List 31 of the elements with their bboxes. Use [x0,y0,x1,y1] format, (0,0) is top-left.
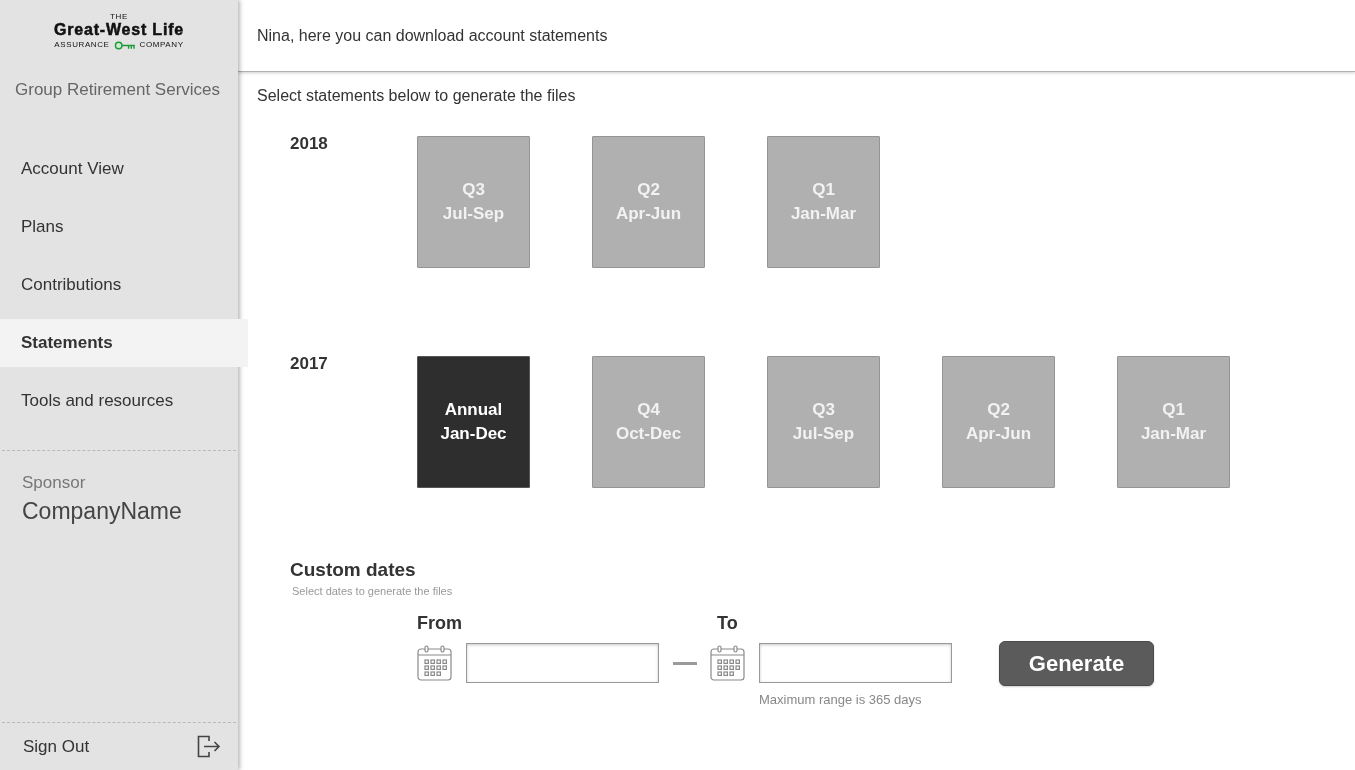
nav-item[interactable]: Account View [0,145,238,193]
sponsor-name: CompanyName [22,497,182,525]
generate-button[interactable]: Generate [999,641,1154,686]
date-label: To [717,612,738,634]
section-heading: Custom dates [290,558,416,582]
exit-icon [196,734,221,759]
logo-wordmark: Great-West Life [54,21,184,39]
nav-item[interactable]: Tools and resources [0,377,238,425]
calendar-icon [417,645,452,681]
sidebar-subtitle: Group Retirement Services [15,80,221,100]
date-label: From [417,612,462,634]
page-title: Nina, here you can download account statements [257,25,608,46]
statement-tile[interactable]: Annual Jan-Dec [417,356,530,488]
year-heading: 2018 [290,134,328,153]
sign-out-button[interactable]: Sign Out [0,723,238,770]
year-heading: 2017 [290,354,328,373]
hint-text: Maximum range is 365 days [759,692,922,708]
date-input-field[interactable] [466,643,659,683]
logo-text: COMPANY [139,40,184,50]
dash-icon [673,662,697,665]
nav-item[interactable]: Contributions [0,261,238,309]
key-icon [113,40,136,50]
logo-text: ASSURANCE [54,40,110,50]
date-input-field[interactable] [759,643,952,683]
instructions-text: Select statements below to generate the files [257,86,576,106]
calendar-icon [710,645,745,681]
nav-item[interactable]: Plans [0,203,238,251]
logo-text: THE [110,12,128,21]
section-subtitle: Select dates to generate the files [292,584,453,598]
sponsor-label: Sponsor [22,473,86,493]
nav-item[interactable]: Statements [0,319,248,367]
